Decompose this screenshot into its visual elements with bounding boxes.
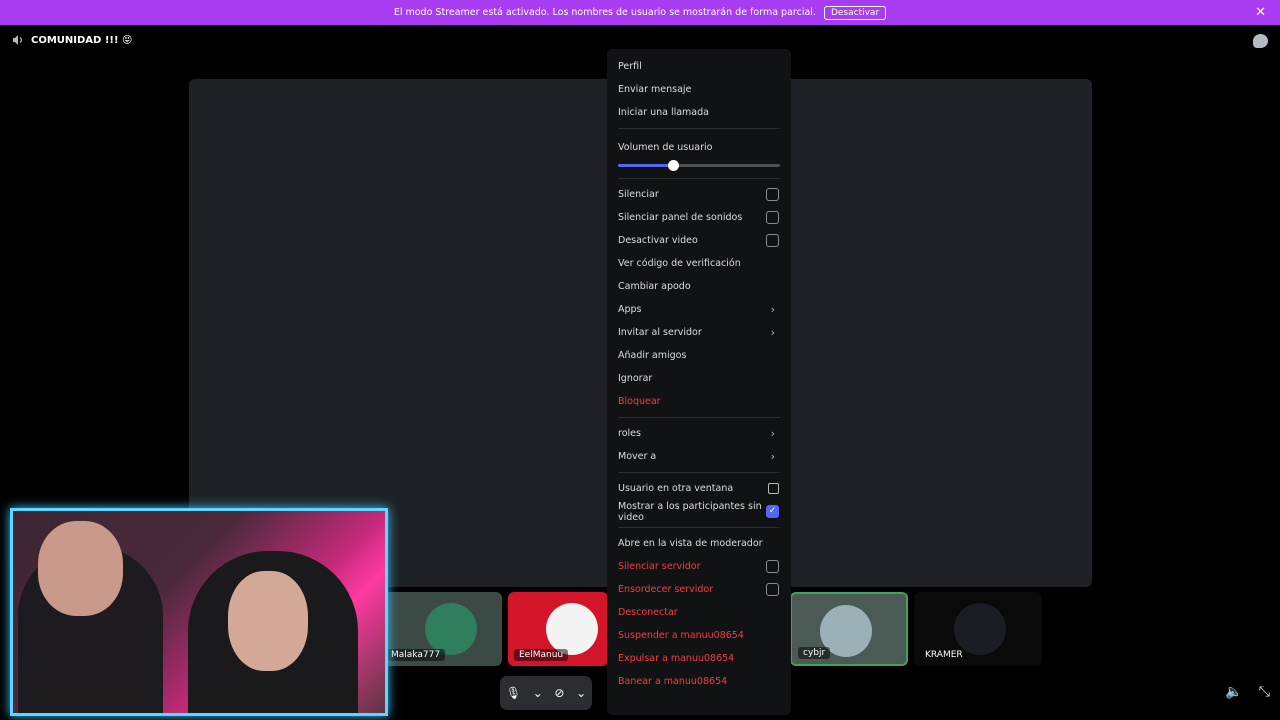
menu-item-mute-soundboard[interactable]: Silenciar panel de sonidos [615,206,783,229]
menu-item-mute[interactable]: Silenciar [615,183,783,206]
close-icon[interactable]: ✕ [1255,5,1266,20]
external-window-icon [768,483,779,494]
menu-item-popout-window[interactable]: Usuario en otra ventana [615,477,783,500]
menu-item-add-friend[interactable]: Añadir amigos [615,344,783,367]
menu-item-move-to[interactable]: Mover a › [615,445,783,468]
user-volume-label: Volumen de usuario [618,142,713,153]
separator [618,128,780,129]
menu-item-start-call[interactable]: Iniciar una llamada [615,101,783,124]
chevron-right-icon: › [770,427,775,440]
chevron-right-icon: › [770,450,775,463]
streamer-face [228,571,308,671]
avatar [425,603,477,655]
separator [618,472,780,473]
participant-name: EelManuu [514,649,569,661]
menu-item-show-no-video[interactable]: Mostrar a los participantes sin video ✓ [615,500,783,523]
menu-item-timeout[interactable]: Suspender a manuu08654 [615,624,783,647]
avatar [546,603,598,655]
menu-item-profile[interactable]: Perfil [615,55,783,78]
user-context-menu: Perfil Enviar mensaje Iniciar una llamad… [607,49,791,715]
microphone-icon[interactable]: 🎙 [506,686,521,700]
webcam-overlay [10,508,388,716]
menu-item-send-message[interactable]: Enviar mensaje [615,78,783,101]
participant-name: KRAMER [925,650,963,660]
user-volume-slider[interactable] [618,156,780,174]
chevron-down-icon[interactable]: ⌄ [576,686,586,700]
menu-item-view-verification[interactable]: Ver código de verificación [615,252,783,275]
menu-item-disconnect[interactable]: Desconectar [615,601,783,624]
participant-tile[interactable]: cybjr [790,592,908,666]
participant-name: cybjr [798,647,831,659]
streamer-mode-message: El modo Streamer está activado. Los nomb… [393,7,816,18]
participant-name: Malaka777 [386,649,446,661]
menu-item-change-nickname[interactable]: Cambiar apodo [615,275,783,298]
menu-item-invite-server[interactable]: Invitar al servidor › [615,321,783,344]
channel-header: COMUNIDAD !!! 😝 [12,34,132,46]
chevron-down-icon[interactable]: ⌄ [533,686,543,700]
menu-item-moderator-view[interactable]: Abre en la vista de moderador [615,532,783,555]
separator [618,527,780,528]
checkbox[interactable] [766,560,779,573]
checkbox[interactable] [766,188,779,201]
menu-item-apps[interactable]: Apps › [615,298,783,321]
streamer-mode-banner: El modo Streamer está activado. Los nomb… [0,0,1280,25]
menu-item-disable-video[interactable]: Desactivar video [615,229,783,252]
volume-icon[interactable]: 🔈 [1225,684,1242,700]
menu-item-block[interactable]: Bloquear [615,390,783,413]
checkbox[interactable] [766,583,779,596]
chevron-right-icon: › [770,303,775,316]
checkbox[interactable] [766,211,779,224]
separator [618,417,780,418]
bottom-right-controls: 🔈 ⤡ [1225,684,1270,700]
separator [618,178,780,179]
menu-item-ban[interactable]: Banear a manuu08654 [615,670,783,693]
streamer-face [38,521,123,616]
participant-tile[interactable]: Malaka777 [380,592,502,666]
deactivate-streamer-button[interactable]: Desactivar [823,5,887,20]
chat-bubble-icon[interactable] [1253,34,1268,48]
avatar [954,603,1006,655]
slider-knob[interactable] [668,160,680,171]
participant-tile[interactable]: KRAMER [914,592,1042,666]
menu-item-kick[interactable]: Expulsar a manuu08654 [615,647,783,670]
speaker-icon [13,35,22,45]
menu-item-roles[interactable]: roles › [615,422,783,445]
menu-item-ignore[interactable]: Ignorar [615,367,783,390]
participant-tile[interactable]: EelManuu [508,592,608,666]
chevron-right-icon: › [770,326,775,339]
menu-item-server-mute[interactable]: Silenciar servidor [615,555,783,578]
menu-item-server-deafen[interactable]: Ensordecer servidor [615,578,783,601]
call-controls: 🎙 ⌄ ⊘ ⌄ [500,676,592,710]
channel-name: COMUNIDAD !!! 😝 [31,34,133,46]
checkbox-checked[interactable]: ✓ [766,505,779,518]
camera-off-icon[interactable]: ⊘ [554,686,564,700]
exit-fullscreen-icon[interactable]: ⤡ [1259,684,1270,700]
checkbox[interactable] [766,234,779,247]
